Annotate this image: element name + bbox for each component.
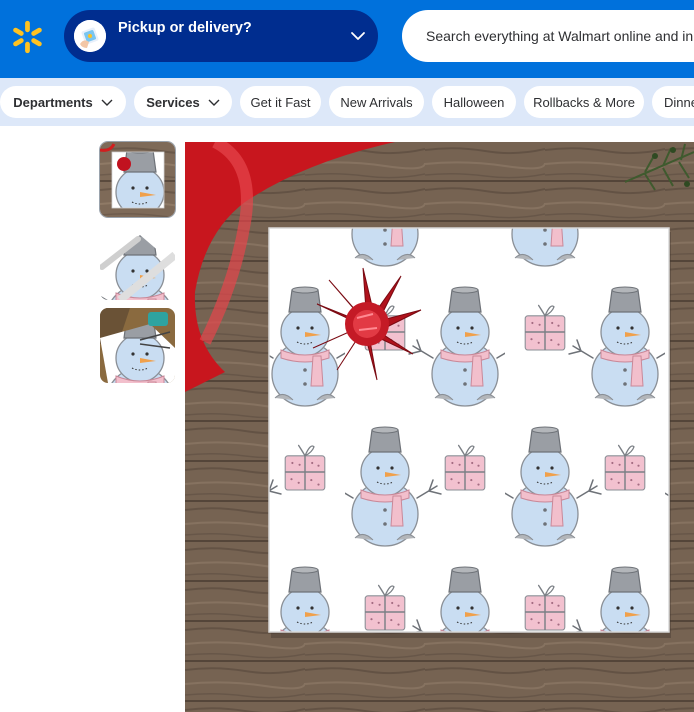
chip-new-arrivals[interactable]: New Arrivals	[329, 86, 424, 118]
chevron-down-icon	[101, 99, 113, 106]
site-header: Pickup or delivery? Search everything at…	[0, 0, 694, 78]
thumbnail-flat-square-bow[interactable]	[100, 142, 175, 217]
thumbnail-rolled-paper[interactable]	[100, 225, 175, 300]
search-input-placeholder[interactable]: Search everything at Walmart online and …	[426, 28, 694, 44]
chip-label: Departments	[13, 94, 93, 110]
chip-departments[interactable]: Departments	[0, 86, 126, 118]
chip-services[interactable]: Services	[134, 86, 232, 118]
chip-label: Halloween	[443, 94, 505, 110]
chevron-down-icon	[351, 32, 365, 40]
store-location-icon	[74, 20, 106, 52]
chip-label: Services	[146, 94, 200, 110]
thumbnail-wrapping-table[interactable]	[100, 308, 175, 383]
product-main-image[interactable]	[185, 142, 694, 712]
chip-dinner-made-easy[interactable]: Dinner Made Easy	[652, 86, 694, 118]
search-bar[interactable]: Search everything at Walmart online and …	[402, 10, 694, 62]
chevron-down-icon	[208, 99, 220, 106]
chip-label: Rollbacks & More	[533, 94, 635, 110]
chip-halloween[interactable]: Halloween	[432, 86, 516, 118]
pickup-label: Pickup or delivery?	[118, 20, 252, 36]
pickup-delivery-button[interactable]: Pickup or delivery?	[64, 10, 378, 62]
chip-rollbacks-more[interactable]: Rollbacks & More	[524, 86, 644, 118]
category-nav: Departments Services Get it Fast New Arr…	[0, 78, 694, 126]
chip-label: Dinner Made Easy	[664, 94, 694, 110]
chip-label: Get it Fast	[250, 94, 311, 110]
walmart-spark-icon[interactable]	[8, 18, 46, 56]
chip-label: New Arrivals	[340, 94, 413, 110]
chip-get-it-fast[interactable]: Get it Fast	[240, 86, 321, 118]
